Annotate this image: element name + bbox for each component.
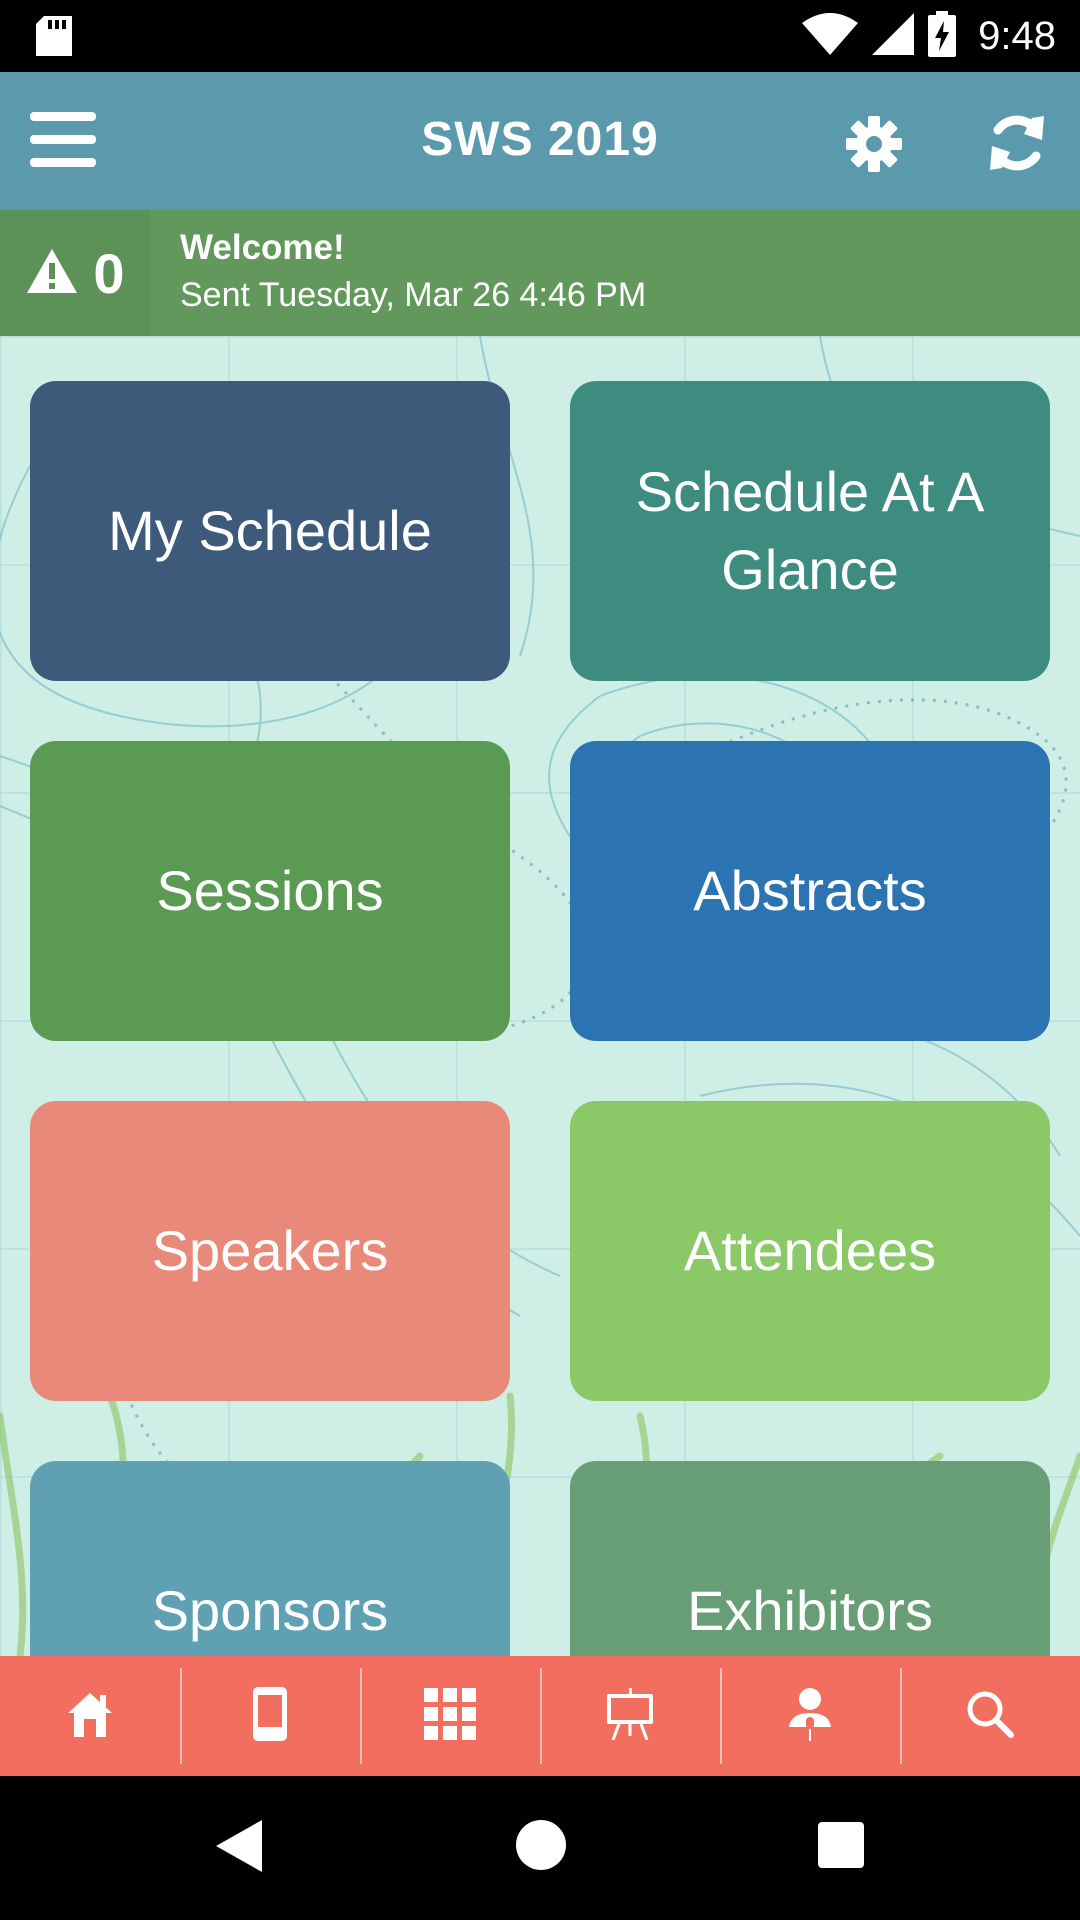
status-bar: 9:48 — [0, 0, 1080, 72]
schedule-at-a-glance-tile[interactable]: Schedule At A Glance — [570, 381, 1050, 681]
speaker-icon — [787, 1687, 833, 1746]
sponsors-tile[interactable]: Sponsors — [30, 1461, 510, 1656]
tab-home[interactable] — [0, 1656, 180, 1776]
sd-card-icon — [36, 16, 72, 61]
notification-subtitle: Sent Tuesday, Mar 26 4:46 PM — [180, 276, 647, 314]
sessions-tile[interactable]: Sessions — [30, 741, 510, 1041]
abstracts-tile[interactable]: Abstracts — [570, 741, 1050, 1041]
search-icon — [966, 1690, 1014, 1743]
welcome-notification[interactable]: 0 Welcome! Sent Tuesday, Mar 26 4:46 PM — [0, 210, 1080, 336]
bottom-tab-bar — [0, 1656, 1080, 1776]
app-header: SWS 2019 — [0, 72, 1080, 210]
exhibitors-tile[interactable]: Exhibitors — [570, 1461, 1050, 1656]
battery-charging-icon — [928, 10, 957, 62]
warning-icon — [25, 247, 79, 300]
speakers-tile[interactable]: Speakers — [30, 1101, 510, 1401]
tab-search[interactable] — [900, 1656, 1080, 1776]
alert-count-box: 0 — [0, 210, 150, 336]
wifi-icon — [802, 12, 859, 60]
system-nav-bar — [0, 1776, 1080, 1920]
tab-mobile[interactable] — [180, 1656, 360, 1776]
back-icon[interactable] — [216, 1820, 262, 1877]
status-icons: 9:48 — [802, 8, 1056, 64]
notification-title: Welcome! — [180, 228, 345, 267]
grid-icon — [424, 1687, 476, 1745]
refresh-icon[interactable] — [986, 112, 1048, 174]
recents-icon[interactable] — [818, 1822, 864, 1868]
presentation-board-icon — [607, 1687, 653, 1745]
app-title: SWS 2019 — [421, 113, 659, 166]
clock: 9:48 — [978, 13, 1056, 58]
signal-icon — [872, 12, 915, 60]
attendees-tile[interactable]: Attendees — [570, 1101, 1050, 1401]
alert-count: 0 — [93, 241, 125, 305]
tab-presentation[interactable] — [540, 1656, 720, 1776]
home-icon — [66, 1691, 114, 1742]
my-schedule-tile[interactable]: My Schedule — [30, 381, 510, 681]
gear-icon[interactable] — [846, 116, 902, 172]
tab-speakers[interactable] — [720, 1656, 900, 1776]
main-menu-grid: My Schedule Schedule At A Glance Session… — [0, 336, 1080, 1656]
home-circle-icon[interactable] — [516, 1820, 566, 1870]
tab-grid[interactable] — [360, 1656, 540, 1776]
mobile-device-icon — [253, 1686, 287, 1746]
